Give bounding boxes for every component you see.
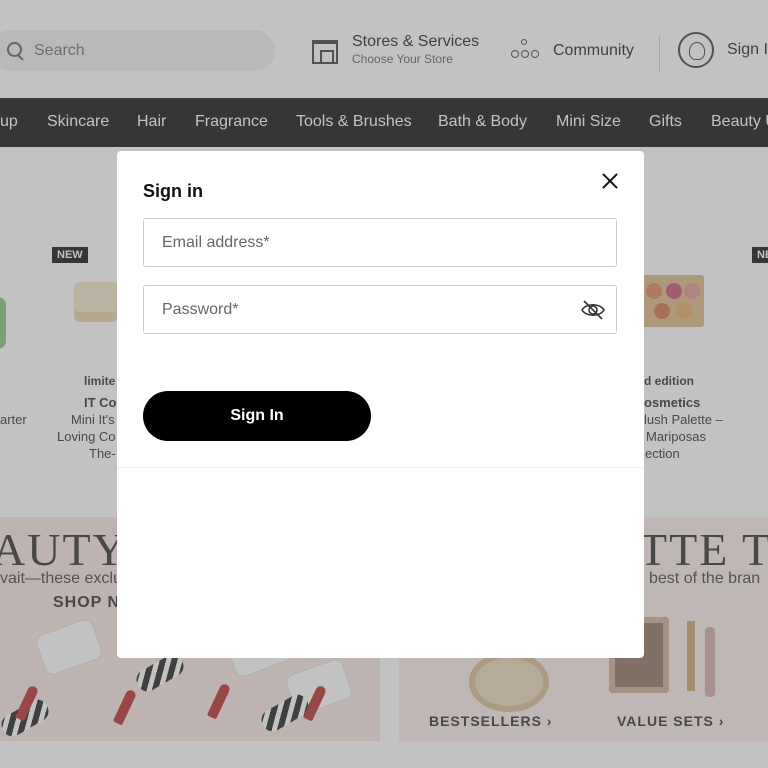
email-field[interactable] [143,218,617,267]
modal-title: Sign in [143,181,203,201]
signin-modal: Sign in Sign In [117,151,644,658]
password-input[interactable] [144,286,616,333]
signin-button[interactable]: Sign In [143,391,371,441]
close-icon[interactable] [599,170,621,192]
password-field[interactable] [143,285,617,334]
email-input[interactable] [144,219,616,266]
modal-divider [117,467,644,468]
eye-slash-icon[interactable] [580,299,606,321]
